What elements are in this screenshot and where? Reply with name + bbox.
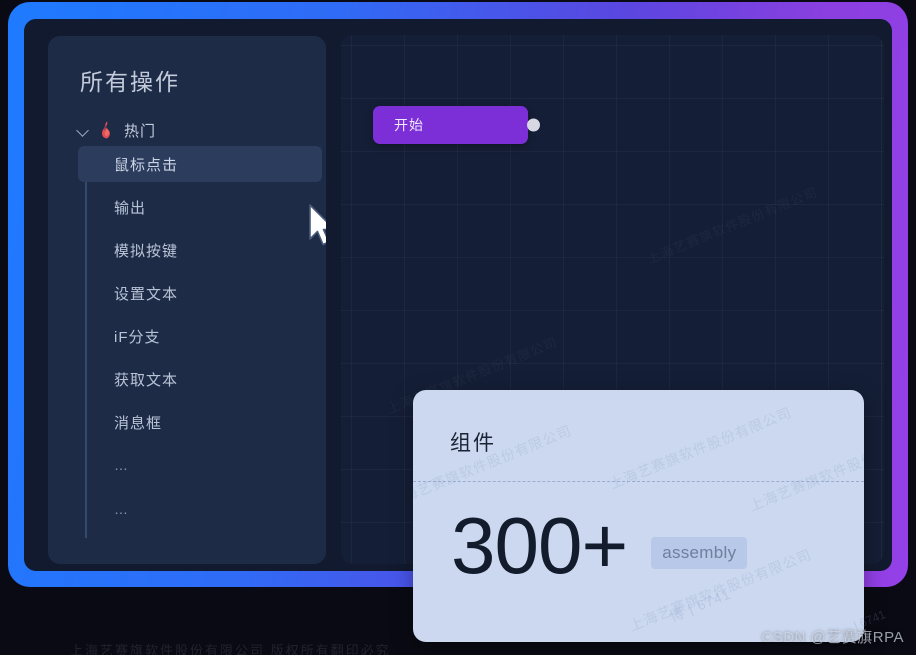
sidebar-item-list: 鼠标点击 输出 模拟按键 设置文本 iF分支 获取文本 消息框 … … <box>76 146 326 546</box>
sidebar-item-message-box[interactable]: 消息框 <box>78 404 322 440</box>
sidebar-item-more-2[interactable]: … <box>78 491 322 527</box>
stat-card-value-row: 300+ assembly <box>451 501 748 590</box>
canvas-watermark-1: 上海艺赛旗软件股份有限公司 <box>644 182 820 268</box>
sidebar-item-set-text[interactable]: 设置文本 <box>78 275 322 311</box>
stat-card-divider <box>413 481 864 482</box>
stat-card-badge: assembly <box>651 537 748 569</box>
bottom-watermark-text: 上海艺赛旗软件股份有限公司 版权所有翻印必究 <box>70 643 391 655</box>
stat-card-title: 组件 <box>450 432 496 455</box>
sidebar-item-if-branch[interactable]: iF分支 <box>78 318 322 354</box>
stat-card-components: 上海艺赛旗软件股份有限公司 上海艺赛旗软件股份有限公司 上海艺赛旗软件股份有限公… <box>413 390 864 642</box>
sidebar-item-output[interactable]: 输出 <box>78 189 322 225</box>
operations-sidebar: 所有操作 热门 鼠标点击 输出 模拟按键 设置文本 iF分支 获取文本 消息框 … <box>48 36 326 564</box>
app-screenshot: 上海艺赛旗软件股份有限公司 版权所有翻印必究 所有操作 热门 鼠标点击 输出 模… <box>0 0 916 655</box>
fire-icon <box>99 121 115 139</box>
page-title: 所有操作 <box>80 69 180 95</box>
sidebar-item-simulate-key[interactable]: 模拟按键 <box>78 232 322 268</box>
output-port-icon[interactable] <box>527 118 540 132</box>
sidebar-item-get-text[interactable]: 获取文本 <box>78 361 322 397</box>
sidebar-item-more-1[interactable]: … <box>78 447 322 483</box>
sidebar-group-hot[interactable]: 热门 <box>76 119 156 141</box>
workflow-node-start[interactable]: 开始 <box>373 106 540 144</box>
card-watermark-3: 上海艺赛旗软件股份有限公司 <box>747 426 864 514</box>
sidebar-item-mouse-click[interactable]: 鼠标点击 <box>78 146 322 182</box>
stat-card-value: 300+ <box>451 501 628 590</box>
csdn-watermark: CSDN @艺赛旗RPA <box>761 629 904 646</box>
workflow-node-start-label: 开始 <box>394 117 424 133</box>
chevron-down-icon[interactable] <box>76 123 90 137</box>
sidebar-group-label: 热门 <box>124 122 157 140</box>
